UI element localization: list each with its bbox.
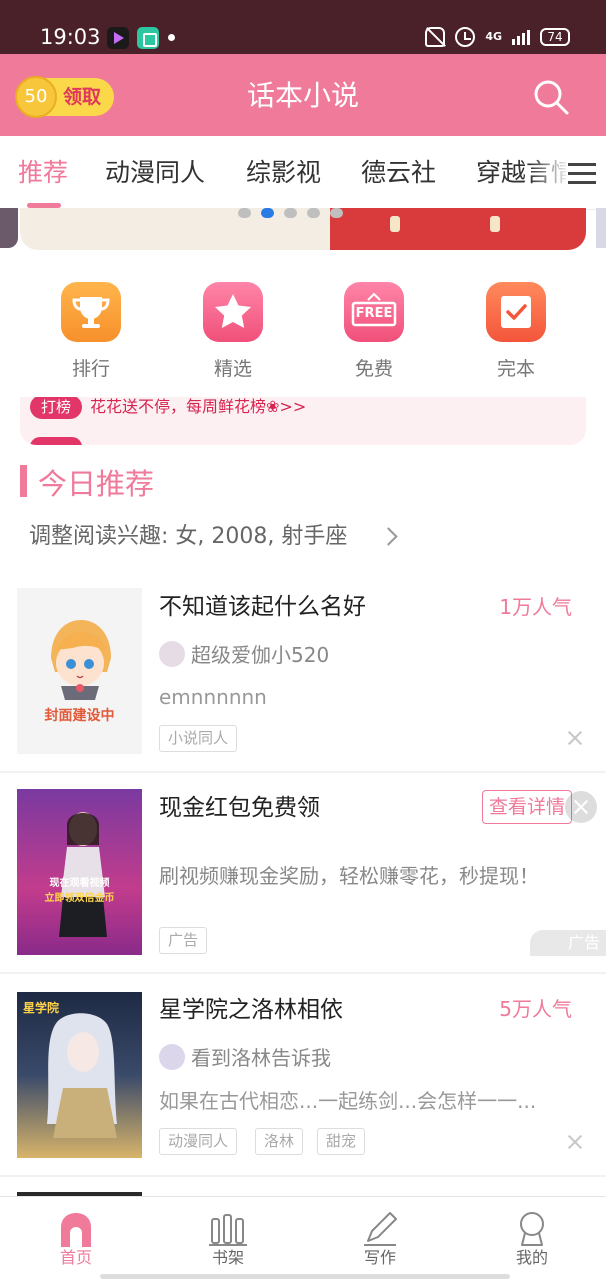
carousel-dot-active [261,208,274,218]
section-marker [20,465,27,497]
carousel-dot [238,208,251,218]
book-popularity: 1万人气 [499,595,572,619]
nav-home[interactable]: 首页 [0,1197,152,1280]
search-icon[interactable] [532,78,570,116]
carousel-dot [307,208,320,218]
book-cover[interactable]: 封面建设中 [17,588,142,754]
video-app-icon [107,27,129,49]
nav-write[interactable]: 写作 [304,1197,456,1280]
book-author[interactable]: 看到洛林告诉我 [191,1043,331,1073]
banner-next-peek [596,208,606,248]
carousel-dots [238,208,343,220]
book-popularity: 5万人气 [499,997,572,1021]
check-icon [501,296,531,328]
ticker-next-tag [30,437,82,445]
book-description: emnnnnnn [159,685,267,709]
announcement-ticker[interactable]: 打榜 花花送不停，每周鲜花榜❀>> [20,397,586,445]
alarm-icon [455,27,476,47]
ad-person-illustration [59,812,107,937]
featured-button[interactable] [203,282,263,342]
home-icon [61,1213,91,1247]
signal-icon [512,29,530,45]
profile-icon [520,1212,544,1246]
ad-cover-line2: 立即领双倍金币 [44,893,115,904]
status-bar: 19:03 4G 74 [0,0,606,54]
book-cover[interactable]: 星学院 [17,992,142,1158]
notification-dot [168,34,175,41]
nav-profile[interactable]: 我的 [456,1197,606,1280]
banner-image [330,208,586,250]
book-author[interactable]: 超级爱伽小520 [191,640,329,670]
book-title[interactable]: 星学院之洛林相依 [159,993,343,1027]
star-icon [215,294,251,328]
featured-label: 精选 [213,358,252,380]
cover-placeholder-text: 封面建设中 [44,708,115,724]
ticker-tag: 打榜 [30,397,82,419]
pen-icon [364,1212,397,1246]
book-tag[interactable]: 甜宠 [317,1128,366,1155]
battery-icon: 74 [540,28,570,46]
section-title: 今日推荐 [38,467,155,501]
ad-description: 刷视频赚现金奖励，轻松赚零花，秒提现！ [159,864,539,888]
ranking-label: 排行 [71,358,110,380]
nav-profile-label: 我的 [515,1248,548,1267]
dismiss-icon[interactable] [566,1133,584,1151]
tab-anime-fanfic[interactable]: 动漫同人 [105,156,205,190]
completed-label: 完本 [496,358,535,380]
book-tag[interactable]: 动漫同人 [159,1128,238,1155]
status-indicators: 4G 74 [425,25,570,49]
bottom-navigation: 首页 书架 写作 我的 [0,1196,606,1280]
free-icon-text: FREE [355,306,393,321]
author-avatar [159,641,185,667]
nav-bookshelf[interactable]: 书架 [152,1197,304,1280]
menu-icon[interactable] [566,160,598,188]
fantasy-character-illustration [47,1013,117,1138]
tab-recommend[interactable]: 推荐 [18,156,68,190]
tab-deyunshe[interactable]: 德云社 [361,156,436,190]
carousel-dot [284,208,297,218]
nav-bookshelf-label: 书架 [211,1248,244,1267]
network-label: 4G [485,30,502,43]
ad-cover-line1: 现在观看视频 [49,878,110,889]
ticker-text: 花花送不停，每周鲜花榜❀>> [90,397,307,416]
book-description: 如果在古代相恋...一起练剑...会怎样一一... [159,1089,537,1113]
banner-prev-peek [0,208,18,248]
view-details-button[interactable]: 查看详情 [482,790,572,824]
divider [0,972,606,974]
tab-film-tv[interactable]: 综影视 [246,156,321,190]
ad-title[interactable]: 现金红包免费领 [159,791,320,825]
divider [0,1175,606,1177]
gesture-bar[interactable] [100,1274,510,1279]
reading-interest-link[interactable]: 调整阅读兴趣: 女, 2008, 射手座 [29,521,347,553]
dismiss-icon[interactable] [566,729,584,747]
ranking-button[interactable] [61,282,121,342]
book-title[interactable]: 不知道该起什么名好 [159,590,366,624]
free-button[interactable]: FREE [344,282,404,342]
ad-badge: 广告 [530,930,606,956]
author-avatar [159,1044,185,1070]
mute-icon [425,27,446,47]
ad-tag: 广告 [159,927,208,954]
nav-write-label: 写作 [363,1248,396,1267]
close-ad-icon[interactable] [565,791,597,823]
shop-app-icon [137,27,159,49]
trophy-icon [72,297,110,328]
completed-button[interactable] [486,282,546,342]
carousel-dot [330,208,343,218]
cover-title-text: 星学院 [23,1001,60,1015]
book-tag[interactable]: 洛林 [255,1128,304,1155]
free-label: 免费 [354,358,393,380]
nav-home-label: 首页 [59,1248,92,1267]
app-title: 话本小说 [246,79,359,112]
chevron-right-icon[interactable] [379,527,398,546]
book-tag[interactable]: 小说同人 [159,725,238,752]
divider [0,771,606,773]
status-time: 19:03 [40,25,101,49]
ad-cover[interactable]: 现在观看视频 立即领双倍金币 [17,789,142,955]
category-tabs: 推荐 动漫同人 综影视 德云社 穿越言情 [0,136,606,210]
anime-avatar-illustration [51,620,111,700]
app-header: 50 领取 话本小说 [0,54,606,136]
tabs-fade [530,136,570,210]
bookshelf-icon [209,1214,247,1246]
